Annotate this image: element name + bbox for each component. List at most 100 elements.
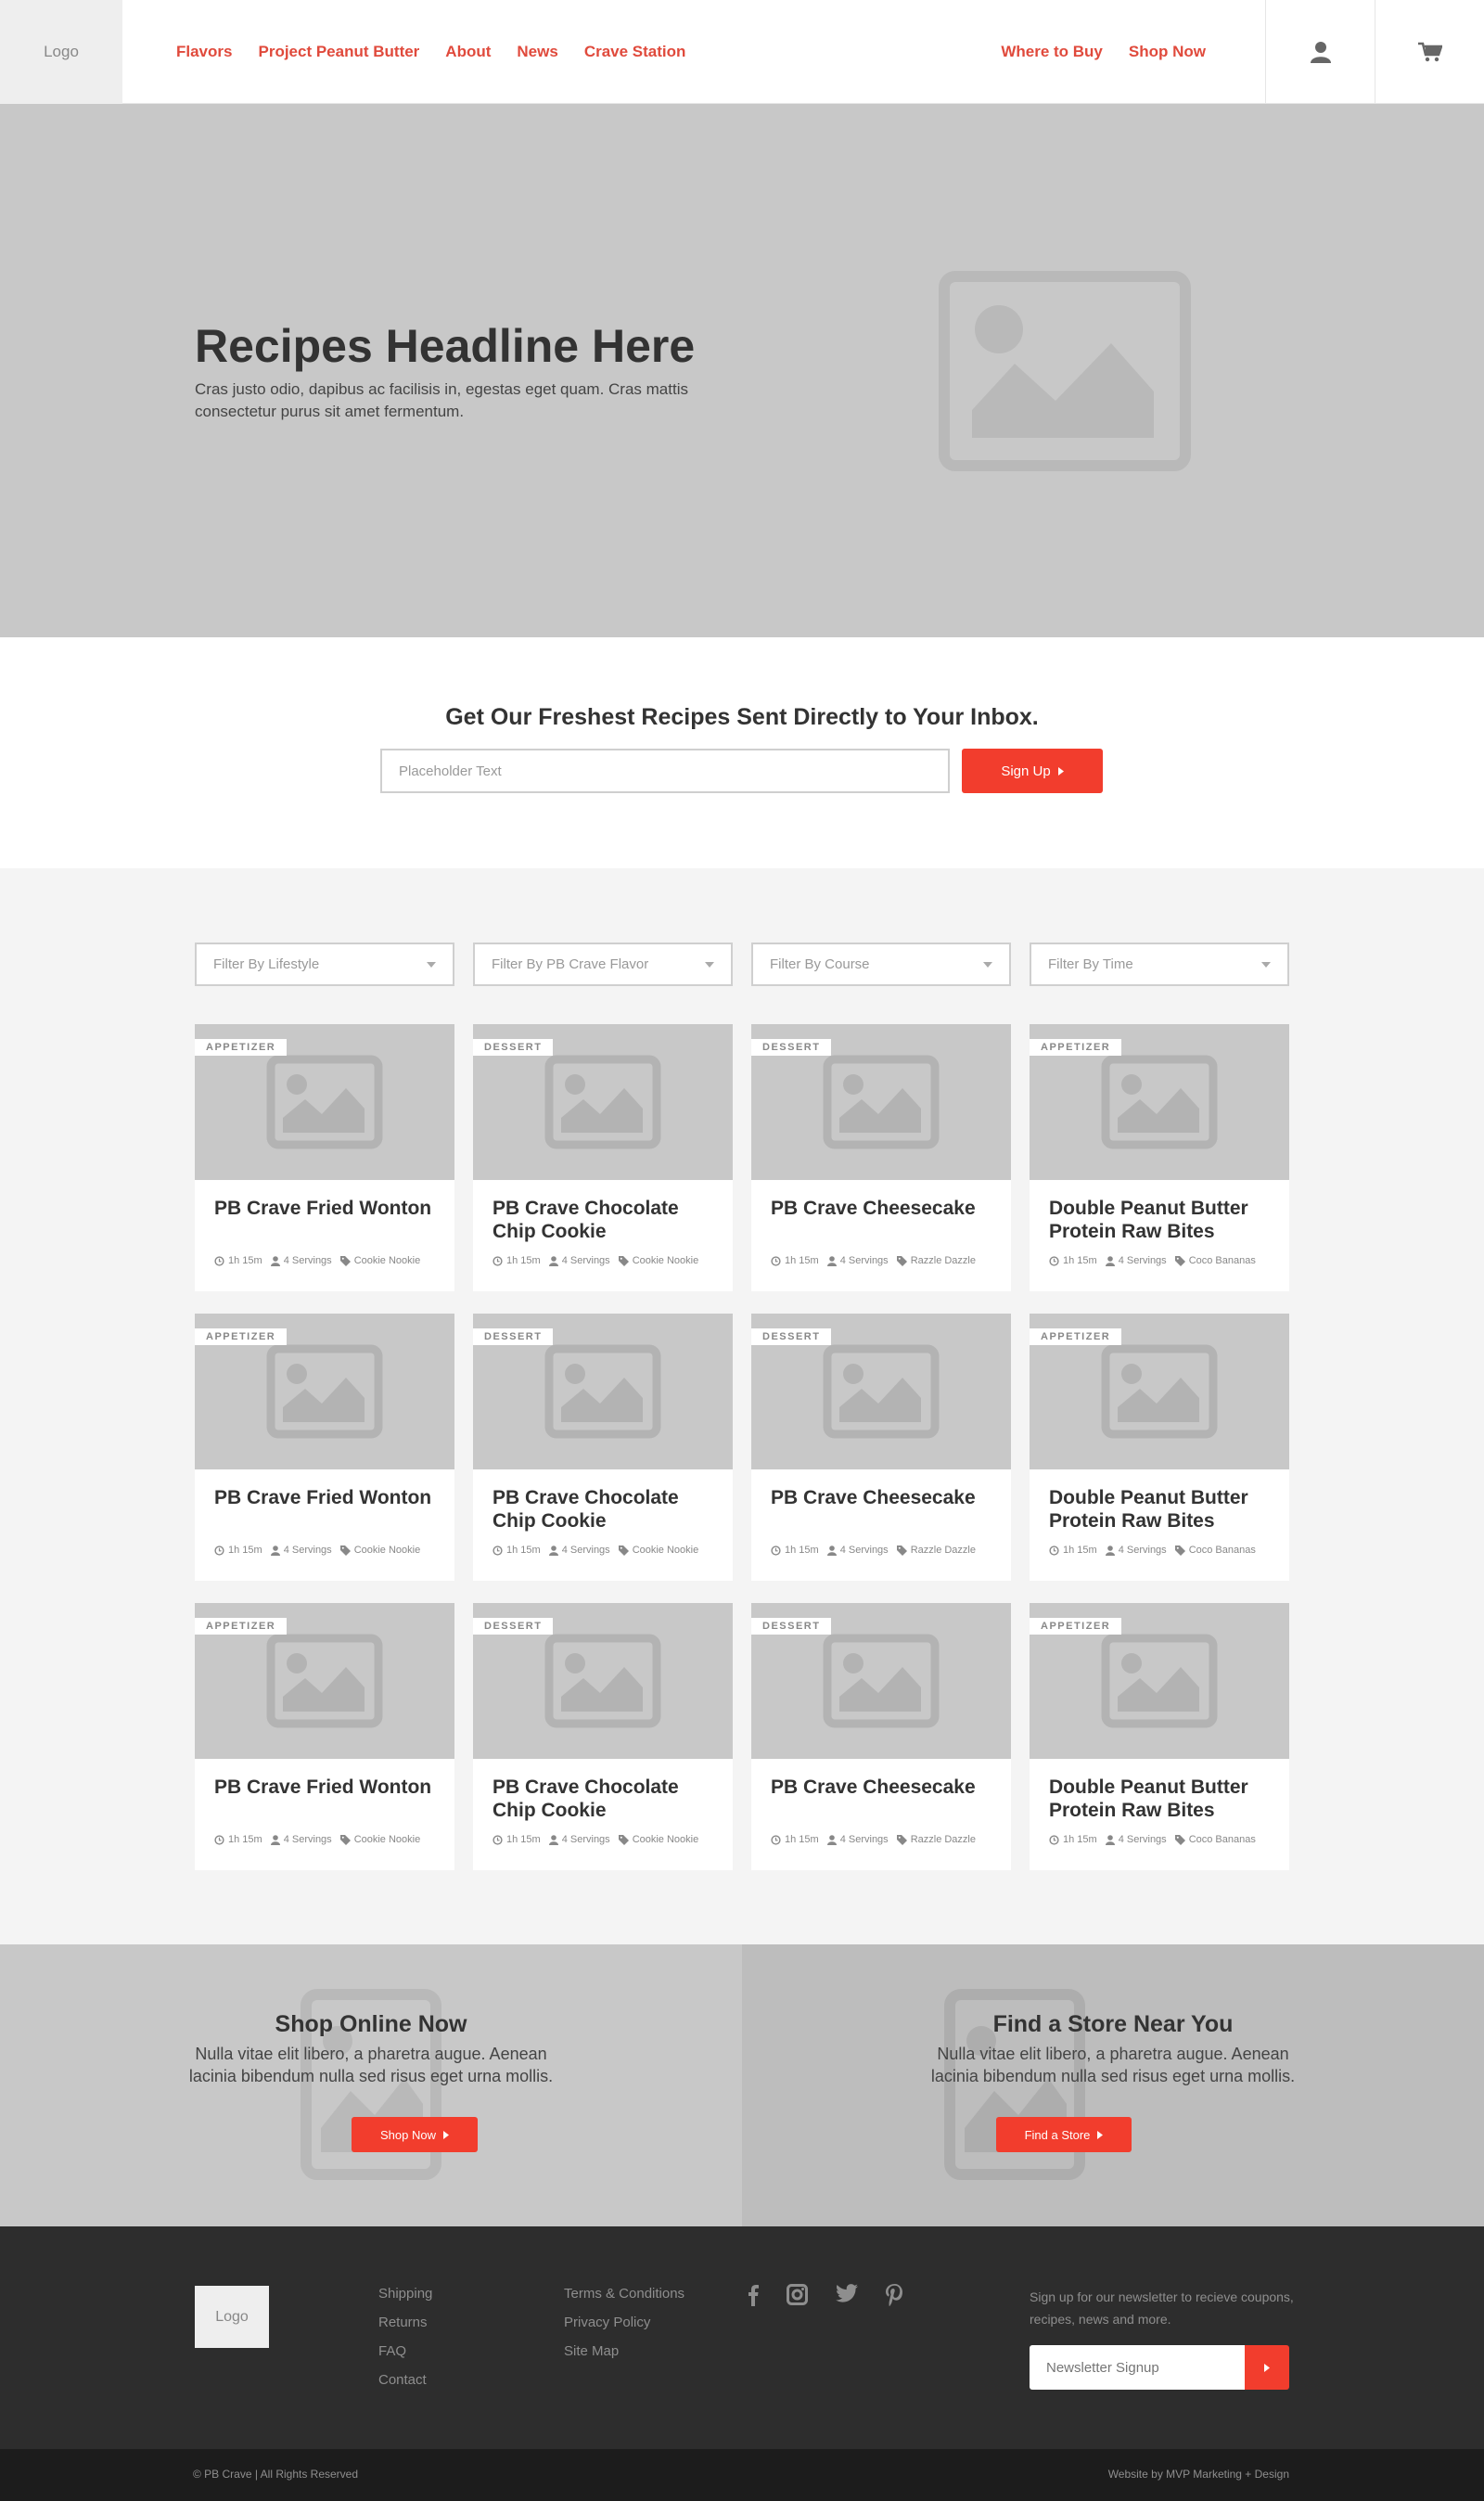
clock-icon <box>771 1834 781 1845</box>
nav-crave-station[interactable]: Crave Station <box>584 43 686 61</box>
filter-course[interactable]: Filter By Course <box>751 943 1011 986</box>
footer-link-shipping[interactable]: Shipping <box>378 2286 432 2302</box>
nav-flavors[interactable]: Flavors <box>176 43 232 61</box>
filter-label: Filter By Time <box>1048 956 1133 972</box>
footer-newsletter-input[interactable] <box>1030 2345 1245 2390</box>
recipe-servings: 4 Servings <box>1118 1834 1167 1845</box>
servings-icon <box>548 1545 558 1556</box>
filter-lifestyle[interactable]: Filter By Lifestyle <box>195 943 454 986</box>
image-placeholder-icon <box>266 1055 383 1149</box>
footer-link-contact[interactable]: Contact <box>378 2372 432 2388</box>
recipe-card[interactable]: DESSERT PB Crave Cheesecake 1h 15m 4 Servin… <box>751 1603 1011 1870</box>
find-store-button[interactable]: Find a Store <box>996 2117 1132 2152</box>
sign-up-button[interactable]: Sign Up <box>962 749 1103 793</box>
pinterest-icon[interactable] <box>886 2284 902 2306</box>
cart-button[interactable] <box>1375 0 1484 104</box>
image-placeholder-icon <box>1101 1634 1218 1728</box>
find-store-label: Find a Store <box>1024 2127 1091 2142</box>
recipe-meta: 1h 15m 4 Servings Coco Bananas <box>1049 1834 1256 1845</box>
logo[interactable]: Logo <box>0 0 122 104</box>
recipe-servings: 4 Servings <box>839 1255 889 1266</box>
nav-news[interactable]: News <box>517 43 557 61</box>
filter-time[interactable]: Filter By Time <box>1030 943 1289 986</box>
recipe-meta: 1h 15m 4 Servings Razzle Dazzle <box>771 1834 976 1845</box>
footer-link-terms[interactable]: Terms & Conditions <box>564 2286 684 2302</box>
image-placeholder-icon <box>1101 1344 1218 1439</box>
shop-now-button[interactable]: Shop Now <box>352 2117 478 2152</box>
footer-link-faq[interactable]: FAQ <box>378 2343 432 2359</box>
footer-link-privacy[interactable]: Privacy Policy <box>564 2315 684 2330</box>
category-badge: DESSERT <box>751 1328 832 1345</box>
recipe-title: PB Crave Cheesecake <box>771 1776 976 1798</box>
recipe-card[interactable]: DESSERT PB Crave Cheesecake 1h 15m 4 Servin… <box>751 1314 1011 1581</box>
newsletter-email-input[interactable] <box>380 749 950 793</box>
newsletter-section: Get Our Freshest Recipes Sent Directly t… <box>0 637 1484 868</box>
recipe-card[interactable]: APPETIZER Double Peanut Butter Protein Ra… <box>1030 1603 1289 1870</box>
recipe-time: 1h 15m <box>506 1545 541 1556</box>
recipe-card[interactable]: DESSERT PB Crave Chocolate Chip Cookie 1h … <box>473 1603 733 1870</box>
recipe-meta: 1h 15m 4 Servings Coco Bananas <box>1049 1255 1256 1266</box>
recipe-meta: 1h 15m 4 Servings Cookie Nookie <box>214 1545 420 1556</box>
recipe-card[interactable]: APPETIZER Double Peanut Butter Protein Ra… <box>1030 1024 1289 1291</box>
recipe-meta: 1h 15m 4 Servings Razzle Dazzle <box>771 1545 976 1556</box>
clock-icon <box>1049 1545 1059 1556</box>
clock-icon <box>214 1255 224 1266</box>
caret-right-icon <box>1057 766 1064 776</box>
recipe-meta: 1h 15m 4 Servings Cookie Nookie <box>214 1834 420 1845</box>
caret-right-icon <box>1097 2130 1104 2139</box>
servings-icon <box>1105 1255 1115 1266</box>
promo-title: Find a Store Near You <box>992 2011 1234 2037</box>
filter-label: Filter By Course <box>770 956 870 972</box>
tag-icon <box>339 1255 351 1266</box>
recipe-card[interactable]: APPETIZER Double Peanut Butter Protein Ra… <box>1030 1314 1289 1581</box>
recipe-title: Double Peanut Butter Protein Raw Bites <box>1049 1776 1248 1821</box>
nav-about[interactable]: About <box>445 43 491 61</box>
account-button[interactable] <box>1265 0 1375 104</box>
recipe-title: PB Crave Fried Wonton <box>214 1487 432 1508</box>
recipe-card[interactable]: DESSERT PB Crave Chocolate Chip Cookie 1h … <box>473 1024 733 1291</box>
site-credit[interactable]: Website by MVP Marketing + Design <box>1108 2468 1289 2481</box>
recipe-card[interactable]: APPETIZER PB Crave Fried Wonton 1h 15m 4 Se… <box>195 1314 454 1581</box>
recipe-flavor: Coco Bananas <box>1188 1834 1256 1845</box>
clock-icon <box>1049 1255 1059 1266</box>
recipe-card[interactable]: APPETIZER PB Crave Fried Wonton 1h 15m 4 Se… <box>195 1024 454 1291</box>
image-placeholder-icon <box>1101 1055 1218 1149</box>
tag-icon <box>618 1834 629 1845</box>
recipe-title: PB Crave Fried Wonton <box>214 1776 432 1798</box>
image-placeholder-icon <box>823 1055 940 1149</box>
recipe-card[interactable]: APPETIZER PB Crave Fried Wonton 1h 15m 4 Se… <box>195 1603 454 1870</box>
tag-icon <box>896 1834 907 1845</box>
recipe-card[interactable]: DESSERT PB Crave Chocolate Chip Cookie 1h … <box>473 1314 733 1581</box>
recipe-meta: 1h 15m 4 Servings Cookie Nookie <box>493 1834 698 1845</box>
recipe-card[interactable]: DESSERT PB Crave Cheesecake 1h 15m 4 Servin… <box>751 1024 1011 1291</box>
shop-now-label: Shop Now <box>380 2127 436 2142</box>
utility-nav: Where to Buy Shop Now <box>1001 0 1206 104</box>
promo-text: Nulla vitae elit libero, a pharetra augu… <box>188 2045 554 2085</box>
recipe-servings: 4 Servings <box>283 1834 332 1845</box>
image-placeholder-icon <box>823 1344 940 1439</box>
nav-where-to-buy[interactable]: Where to Buy <box>1001 43 1103 61</box>
servings-icon <box>1105 1545 1115 1556</box>
recipes-section: Filter By Lifestyle Filter By PB Crave F… <box>0 868 1484 1944</box>
footer-newsletter-submit[interactable] <box>1245 2345 1289 2390</box>
recipe-flavor: Cookie Nookie <box>632 1834 699 1845</box>
recipe-flavor: Cookie Nookie <box>632 1545 699 1556</box>
footer-logo[interactable]: Logo <box>195 2286 269 2348</box>
caret-down-icon <box>1261 961 1271 968</box>
user-icon <box>1310 42 1331 63</box>
main-nav: Flavors Project Peanut Butter About News… <box>176 0 685 104</box>
filter-flavor[interactable]: Filter By PB Crave Flavor <box>473 943 733 986</box>
nav-shop-now[interactable]: Shop Now <box>1129 43 1206 61</box>
footer-link-returns[interactable]: Returns <box>378 2315 432 2330</box>
newsletter-heading: Get Our Freshest Recipes Sent Directly t… <box>445 704 1039 730</box>
twitter-icon[interactable] <box>836 2284 858 2306</box>
find-store-promo: Find a Store Near You Nulla vitae elit l… <box>742 1944 1484 2226</box>
clock-icon <box>493 1255 503 1266</box>
category-badge: APPETIZER <box>195 1618 288 1635</box>
caret-down-icon <box>983 961 992 968</box>
facebook-icon[interactable] <box>748 2284 759 2306</box>
instagram-icon[interactable] <box>787 2284 808 2306</box>
nav-project-peanut-butter[interactable]: Project Peanut Butter <box>258 43 419 61</box>
recipe-flavor: Cookie Nookie <box>632 1255 699 1266</box>
footer-link-sitemap[interactable]: Site Map <box>564 2343 684 2359</box>
